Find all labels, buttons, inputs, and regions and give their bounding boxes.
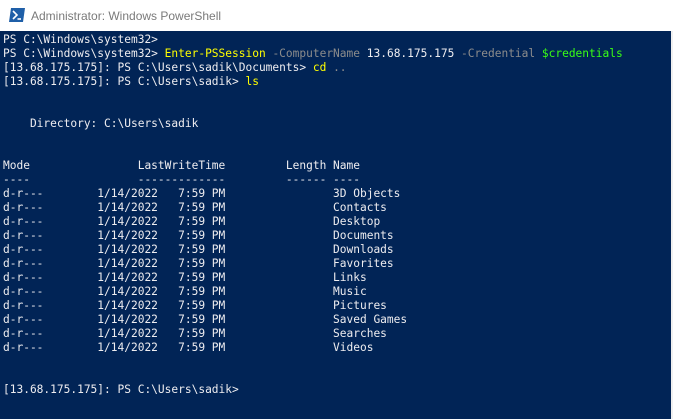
- console-line: d-r--- 1/14/2022 7:59 PM Links: [3, 271, 367, 285]
- console-text-segment: ---- ------------- ------ ----: [3, 173, 360, 186]
- console-line: d-r--- 1/14/2022 7:59 PM Pictures: [3, 299, 387, 313]
- console-text-segment: d-r--- 1/14/2022 7:59 PM 3D Objects: [3, 187, 401, 200]
- console-line: d-r--- 1/14/2022 7:59 PM Saved Games: [3, 313, 407, 327]
- console-text-segment: Enter-PSSession: [164, 47, 266, 60]
- console-text-segment: d-r--- 1/14/2022 7:59 PM Videos: [3, 341, 374, 354]
- console-line: PS C:\Windows\system32>: [3, 33, 158, 47]
- console-text-segment: cd: [312, 61, 327, 74]
- console-text-segment: [13.68.175.175]: PS C:\Users\sadik\Docum…: [3, 61, 313, 74]
- console-line: d-r--- 1/14/2022 7:59 PM Desktop: [3, 215, 380, 229]
- console-text-segment: d-r--- 1/14/2022 7:59 PM Documents: [3, 229, 394, 242]
- console-line: Mode LastWriteTime Length Name: [3, 159, 360, 173]
- console-text-segment: PS C:\Windows\system32>: [3, 47, 165, 60]
- console-output[interactable]: PS C:\Windows\system32> PS C:\Windows\sys…: [0, 31, 673, 419]
- console-text-segment: [13.68.175.175]: PS C:\Users\sadik>: [3, 75, 246, 88]
- console-text-segment: d-r--- 1/14/2022 7:59 PM Links: [3, 271, 367, 284]
- title-bar[interactable]: Administrator: Windows PowerShell: [0, 0, 673, 31]
- console-text-segment: d-r--- 1/14/2022 7:59 PM Downloads: [3, 243, 394, 256]
- console-line: [13.68.175.175]: PS C:\Users\sadik>: [3, 383, 239, 397]
- console-text-segment: 13.68.175.175: [366, 47, 455, 60]
- console-line: d-r--- 1/14/2022 7:59 PM 3D Objects: [3, 187, 400, 201]
- console-text-segment: d-r--- 1/14/2022 7:59 PM Favorites: [3, 257, 394, 270]
- console-text-segment: ..: [326, 61, 347, 74]
- console-line: [13.68.175.175]: PS C:\Users\sadik\Docum…: [3, 61, 347, 75]
- console-line: d-r--- 1/14/2022 7:59 PM Videos: [3, 341, 373, 355]
- console-text-segment: d-r--- 1/14/2022 7:59 PM Pictures: [3, 299, 387, 312]
- console-line: d-r--- 1/14/2022 7:59 PM Documents: [3, 229, 394, 243]
- console-text-segment: d-r--- 1/14/2022 7:59 PM Saved Games: [3, 313, 408, 326]
- console-line: d-r--- 1/14/2022 7:59 PM Music: [3, 285, 367, 299]
- console-line: d-r--- 1/14/2022 7:59 PM Contacts: [3, 201, 387, 215]
- console-text-segment: d-r--- 1/14/2022 7:59 PM Desktop: [3, 215, 381, 228]
- console-text-segment: -ComputerName: [265, 47, 367, 60]
- powershell-window: Administrator: Windows PowerShell PS C:\…: [0, 0, 673, 419]
- console-text-segment: [13.68.175.175]: PS C:\Users\sadik>: [3, 383, 239, 396]
- console-line: Directory: C:\Users\sadik: [3, 117, 198, 131]
- powershell-icon: [9, 8, 25, 22]
- console-text-segment: $credentials: [541, 47, 623, 60]
- console-text-segment: -Credential: [454, 47, 542, 60]
- console-line: d-r--- 1/14/2022 7:59 PM Searches: [3, 327, 387, 341]
- console-text-segment: d-r--- 1/14/2022 7:59 PM Music: [3, 285, 367, 298]
- console-line: [13.68.175.175]: PS C:\Users\sadik> ls: [3, 75, 259, 89]
- console-line: d-r--- 1/14/2022 7:59 PM Downloads: [3, 243, 394, 257]
- console-text-segment: ls: [245, 75, 259, 88]
- console-text-segment: d-r--- 1/14/2022 7:59 PM Contacts: [3, 201, 387, 214]
- console-text-segment: Mode LastWriteTime Length Name: [3, 159, 360, 172]
- console-text-segment: d-r--- 1/14/2022 7:59 PM Searches: [3, 327, 387, 340]
- console-text-segment: PS C:\Windows\system32>: [3, 33, 158, 46]
- window-title: Administrator: Windows PowerShell: [31, 9, 222, 23]
- console-line: d-r--- 1/14/2022 7:59 PM Favorites: [3, 257, 394, 271]
- console-text-segment: Directory: C:\Users\sadik: [3, 117, 199, 130]
- console-line: PS C:\Windows\system32> Enter-PSSession …: [3, 47, 623, 61]
- console-line: ---- ------------- ------ ----: [3, 173, 360, 187]
